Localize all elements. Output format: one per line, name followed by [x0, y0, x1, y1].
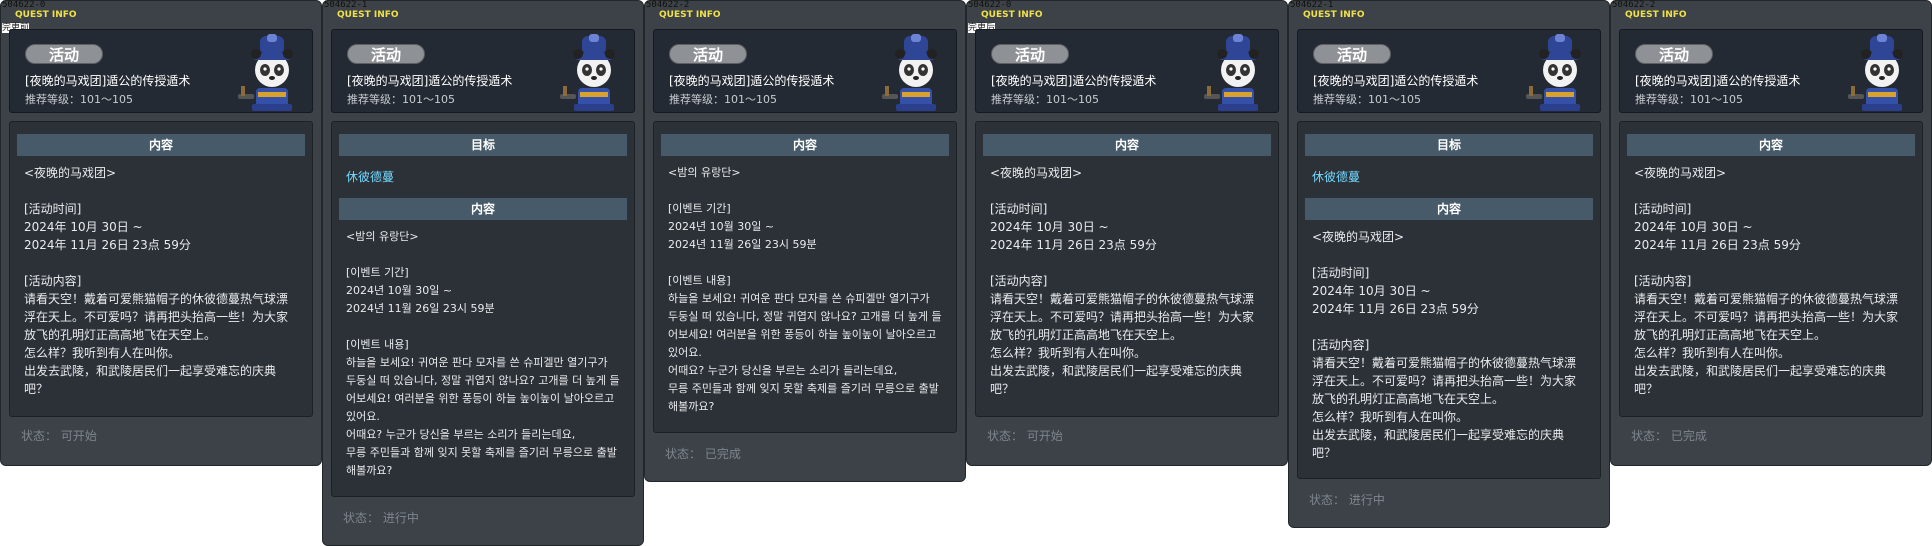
- quest-level: 推荐等级：101～105: [25, 93, 133, 106]
- quest-description: <夜晚的马戏团> [活动时间] 2024年 10月 30日 ~ 2024年 11…: [1634, 166, 1899, 396]
- quest-id-label: 504622-0: [2, 0, 46, 10]
- quest-info-tag: QUEST INFO: [1625, 10, 1687, 20]
- quest-status: 状态： 可开始: [21, 429, 97, 443]
- quest-header: 活动 [夜晚的马戏团]遁公的传授遁术 推荐等级：101～105: [975, 29, 1279, 113]
- quest-level: 推荐等级：101～105: [347, 93, 455, 106]
- event-badge: 活动: [669, 44, 747, 64]
- quest-description: <밤의 유랑단> [이벤트 기간] 2024년 10월 30일 ~ 2024년 …: [346, 230, 620, 477]
- quest-title: [夜晚的马戏团]遁公的传授遁术: [1313, 74, 1479, 88]
- panda-npc-icon: [1204, 34, 1259, 111]
- quest-level: 推荐等级：101～105: [1313, 93, 1421, 106]
- quest-info-panel: 504622-1 QUEST INFO 活动 [夜晚的马戏团]遁公的传授遁术 推荐等级：…: [1288, 0, 1610, 528]
- target-section-header: 目标: [1305, 134, 1593, 156]
- quest-title: [夜晚的马戏团]遁公的传授遁术: [25, 74, 191, 88]
- event-badge: 活动: [347, 44, 425, 64]
- content-section-header: 内容: [1627, 134, 1915, 156]
- event-badge: 活动: [991, 44, 1069, 64]
- quest-id-label: 504622-1: [324, 0, 368, 10]
- quest-info-tag: QUEST INFO: [15, 10, 77, 20]
- quest-info-panel: 504622-0 QUEST INFO 完更前 活动 [夜晚的马戏团]遁公的传授遁术 推荐…: [0, 0, 322, 466]
- quest-header: 活动 [夜晚的马戏团]遁公的传授遁术 推荐等级：101～105: [331, 29, 635, 113]
- quest-content-box: 内容 <夜晚的马戏团> [活动时间] 2024年 10月 30日 ~ 2024年 …: [975, 121, 1279, 417]
- content-section-header: 内容: [1305, 198, 1593, 220]
- panda-npc-icon: [1526, 34, 1581, 111]
- quest-info-panel: 504622-2 QUEST INFO 活动 [夜晚的马戏团]遁公的传授遁术 推荐等级：…: [644, 0, 966, 482]
- panda-npc-icon: [1848, 34, 1903, 111]
- quest-description: <夜晚的马戏团> [活动时间] 2024年 10月 30日 ~ 2024年 11…: [1312, 230, 1577, 460]
- quest-info-tag: QUEST INFO: [337, 10, 399, 20]
- content-section-header: 内容: [661, 134, 949, 156]
- quest-header: 活动 [夜晚的马戏团]遁公的传授遁术 推荐等级：101～105: [1619, 29, 1923, 113]
- event-badge: 活动: [1313, 44, 1391, 64]
- quest-level: 推荐等级：101～105: [1635, 93, 1743, 106]
- quest-header: 活动 [夜晚的马戏团]遁公的传授遁术 推荐等级：101～105: [9, 29, 313, 113]
- content-section-header: 内容: [339, 198, 627, 220]
- quest-status: 状态： 可开始: [987, 429, 1063, 443]
- quest-id-label: 504622-0: [968, 0, 1012, 10]
- target-section-header: 目标: [339, 134, 627, 156]
- target-npc-link[interactable]: 休彼德蔓: [1312, 168, 1600, 186]
- quest-title: [夜晚的马戏团]遁公的传授遁术: [1635, 74, 1801, 88]
- quest-status: 状态： 进行中: [1309, 493, 1385, 507]
- quest-info-tag: QUEST INFO: [1303, 10, 1365, 20]
- event-badge: 活动: [25, 44, 103, 64]
- quest-content-box: 目标休彼德蔓内容 <밤의 유랑단> [이벤트 기간] 2024년 10월 30일 …: [331, 121, 635, 497]
- quest-level: 推荐等级：101～105: [991, 93, 1099, 106]
- quest-header: 活动 [夜晚的马戏团]遁公的传授遁术 推荐等级：101～105: [1297, 29, 1601, 113]
- quest-level: 推荐等级：101～105: [669, 93, 777, 106]
- quest-status: 状态： 已完成: [1631, 429, 1707, 443]
- panda-npc-icon: [238, 34, 293, 111]
- event-badge: 活动: [1635, 44, 1713, 64]
- quest-title: [夜晚的马戏团]遁公的传授遁术: [669, 74, 835, 88]
- quest-content-box: 目标休彼德蔓内容 <夜晚的马戏团> [活动时间] 2024年 10月 30日 ~ …: [1297, 121, 1601, 479]
- quest-description: <夜晚的马戏团> [活动时间] 2024年 10月 30日 ~ 2024年 11…: [24, 166, 289, 396]
- quest-id-label: 504622-2: [1612, 0, 1656, 10]
- quest-info-panel: 504622-2 QUEST INFO 活动 [夜晚的马戏团]遁公的传授遁术 推荐等级：…: [1610, 0, 1932, 466]
- quest-description: <夜晚的马戏团> [活动时间] 2024年 10月 30日 ~ 2024年 11…: [990, 166, 1255, 396]
- quest-status: 状态： 进行中: [343, 511, 419, 525]
- content-section-header: 内容: [17, 134, 305, 156]
- quest-header: 活动 [夜晚的马戏团]遁公的传授遁术 推荐等级：101～105: [653, 29, 957, 113]
- content-section-header: 内容: [983, 134, 1271, 156]
- quest-title: [夜晚的马戏团]遁公的传授遁术: [991, 74, 1157, 88]
- quest-info-tag: QUEST INFO: [981, 10, 1043, 20]
- quest-content-box: 内容 <夜晚的马戏团> [活动时间] 2024年 10月 30日 ~ 2024年 …: [9, 121, 313, 417]
- quest-id-label: 504622-2: [646, 0, 690, 10]
- quest-content-box: 内容 <夜晚的马戏团> [活动时间] 2024年 10月 30日 ~ 2024年 …: [1619, 121, 1923, 417]
- quest-id-label: 504622-1: [1290, 0, 1334, 10]
- quest-info-panel: 504622-0 QUEST INFO 完更后 活动 [夜晚的马戏团]遁公的传授遁术 推荐…: [966, 0, 1288, 466]
- quest-status: 状态： 已完成: [665, 447, 741, 461]
- target-npc-link[interactable]: 休彼德蔓: [346, 168, 634, 186]
- quest-info-panel: 504622-1 QUEST INFO 活动 [夜晚的马戏团]遁公的传授遁术 推荐等级：…: [322, 0, 644, 546]
- quest-description: <밤의 유랑단> [이벤트 기간] 2024년 10월 30일 ~ 2024년 …: [668, 166, 942, 413]
- quest-title: [夜晚的马戏团]遁公的传授遁术: [347, 74, 513, 88]
- panda-npc-icon: [560, 34, 615, 111]
- quest-content-box: 内容 <밤의 유랑단> [이벤트 기간] 2024년 10월 30일 ~ 2024…: [653, 121, 957, 433]
- quest-info-tag: QUEST INFO: [659, 10, 721, 20]
- panda-npc-icon: [882, 34, 937, 111]
